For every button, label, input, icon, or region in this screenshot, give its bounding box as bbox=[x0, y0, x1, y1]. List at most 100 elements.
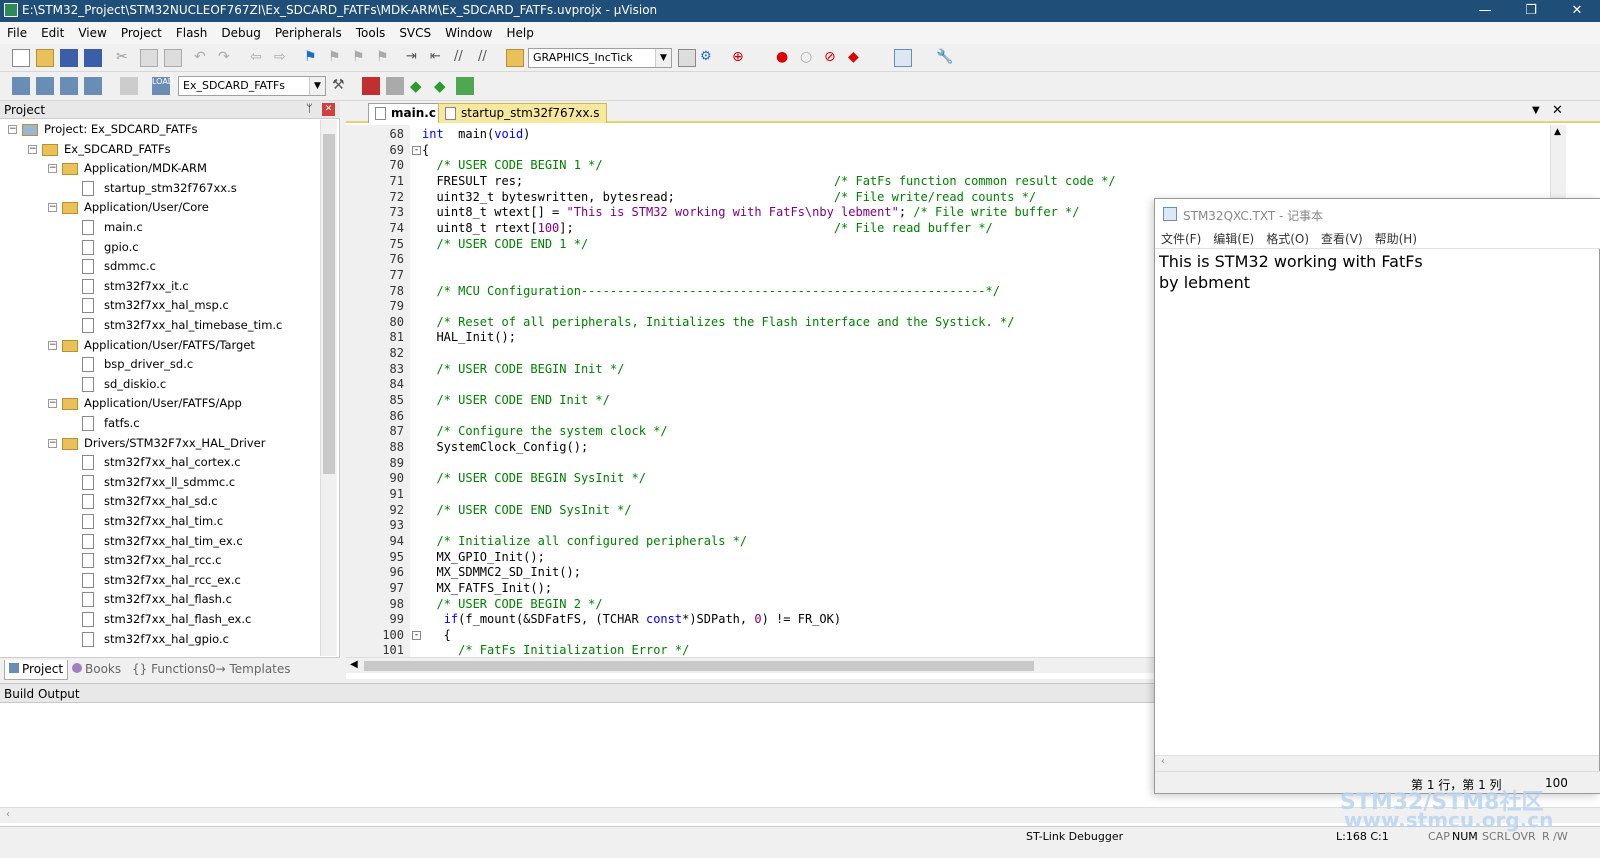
uncomment-icon[interactable]: // bbox=[478, 49, 496, 67]
disable-all-breakpoints-icon[interactable]: ◆ bbox=[848, 49, 866, 67]
code-line[interactable]: /* USER CODE BEGIN SysInit */ bbox=[422, 471, 646, 485]
tree-file-item[interactable]: stm32f7xx_hal_timebase_tim.c bbox=[0, 316, 320, 335]
unindent-icon[interactable]: ⇤ bbox=[430, 49, 448, 67]
tree-root[interactable]: − Project: Ex_SDCARD_FATFs bbox=[0, 120, 320, 139]
load-icon[interactable]: LOAD bbox=[152, 77, 174, 95]
scroll-left-icon[interactable]: ◀ bbox=[350, 659, 358, 670]
tab-main-c[interactable]: main.c bbox=[368, 103, 443, 123]
tree-file-item[interactable]: stm32f7xx_hal_flash.c bbox=[0, 590, 320, 609]
stop-build-icon[interactable] bbox=[120, 77, 138, 95]
menu-tools[interactable]: Tools bbox=[349, 22, 393, 44]
tree-file-item[interactable]: fatfs.c bbox=[0, 414, 320, 433]
fold-toggle-icon[interactable]: - bbox=[412, 630, 421, 640]
notepad-menu-format[interactable]: 格式(O) bbox=[1260, 229, 1315, 249]
tree-group-item[interactable]: − Drivers/STM32F7xx_HAL_Driver bbox=[0, 434, 320, 453]
code-line[interactable]: /* Initialize all configured peripherals… bbox=[422, 534, 747, 548]
batch-build-icon[interactable] bbox=[84, 77, 102, 95]
collapse-toggle-icon[interactable]: − bbox=[48, 340, 57, 350]
indent-icon[interactable]: ⇥ bbox=[406, 49, 424, 67]
pin-icon[interactable]: ᛘ bbox=[306, 102, 313, 115]
code-line[interactable]: /* USER CODE BEGIN Init */ bbox=[422, 362, 624, 376]
select-software-packs-icon[interactable] bbox=[386, 77, 404, 95]
menu-file[interactable]: File bbox=[0, 22, 34, 44]
code-line[interactable]: MX_GPIO_Init(); bbox=[422, 550, 544, 564]
tab-templates[interactable]: 0→ Templates bbox=[204, 660, 295, 680]
tree-group-item[interactable]: − Application/User/FATFS/App bbox=[0, 394, 320, 413]
project-tree-scrollbar[interactable] bbox=[320, 120, 337, 656]
notepad-horizontal-scrollbar[interactable]: ‹ bbox=[1155, 755, 1599, 771]
manage-project-items-icon[interactable] bbox=[362, 77, 380, 95]
new-file-icon[interactable] bbox=[12, 49, 30, 67]
target-options-icon[interactable]: ⚒ bbox=[332, 77, 350, 95]
collapse-toggle-icon[interactable]: − bbox=[28, 144, 37, 154]
target-combo[interactable]: Ex_SDCARD_FATFs ▼ bbox=[178, 76, 326, 96]
fold-toggle-icon[interactable]: - bbox=[412, 145, 421, 155]
tree-group-item[interactable]: − Application/User/Core bbox=[0, 198, 320, 217]
notepad-menu-help[interactable]: 帮助(H) bbox=[1369, 229, 1423, 249]
pack-installer-icon[interactable]: ◆ bbox=[410, 77, 428, 95]
tree-file-item[interactable]: main.c bbox=[0, 218, 320, 237]
window-layout-icon[interactable] bbox=[894, 49, 912, 67]
build-icon[interactable] bbox=[36, 77, 54, 95]
notepad-menu-file[interactable]: 文件(F) bbox=[1155, 229, 1207, 249]
nav-forward-icon[interactable]: ⇨ bbox=[274, 49, 292, 67]
find-combo[interactable]: GRAPHICS_IncTick ▼ bbox=[528, 48, 672, 68]
project-tree[interactable]: − Project: Ex_SDCARD_FATFs − Ex_SDCARD_FATF… bbox=[0, 120, 320, 656]
code-line[interactable]: FRESULT res; /* FatFs function common re… bbox=[422, 174, 1115, 188]
save-icon[interactable] bbox=[60, 49, 78, 67]
menu-edit[interactable]: Edit bbox=[34, 22, 71, 44]
save-all-icon[interactable] bbox=[84, 49, 102, 67]
bookmark-icon[interactable]: ⚑ bbox=[304, 49, 322, 67]
scrollbar-thumb[interactable] bbox=[323, 134, 335, 474]
tree-file-item[interactable]: stm32f7xx_it.c bbox=[0, 277, 320, 296]
next-bookmark-icon[interactable]: ⚑ bbox=[352, 49, 370, 67]
code-line[interactable]: { bbox=[422, 628, 451, 642]
menu-debug[interactable]: Debug bbox=[214, 22, 267, 44]
collapse-toggle-icon[interactable]: − bbox=[8, 125, 17, 134]
menu-flash[interactable]: Flash bbox=[169, 22, 214, 44]
tree-file-item[interactable]: stm32f7xx_hal_cortex.c bbox=[0, 453, 320, 472]
tab-functions[interactable]: {} Functions bbox=[128, 660, 212, 680]
scrollbar-thumb[interactable] bbox=[364, 661, 1034, 671]
chevron-down-icon[interactable]: ▼ bbox=[309, 77, 325, 95]
code-line[interactable]: int main(void) bbox=[422, 127, 530, 141]
rebuild-icon[interactable] bbox=[60, 77, 78, 95]
tree-file-item[interactable]: stm32f7xx_hal_tim_ex.c bbox=[0, 532, 320, 551]
tree-file-item[interactable]: stm32f7xx_hal_flash_ex.c bbox=[0, 610, 320, 629]
tab-books[interactable]: Books bbox=[68, 660, 125, 680]
scroll-up-icon[interactable]: ▲ bbox=[1554, 127, 1561, 137]
code-line[interactable]: MX_SDMMC2_SD_Init(); bbox=[422, 565, 581, 579]
cut-icon[interactable]: ✂ bbox=[116, 49, 134, 67]
code-line[interactable]: uint32_t byteswritten, bytesread; /* Fil… bbox=[422, 190, 1036, 204]
configure-icon[interactable]: 🔧 bbox=[936, 49, 954, 67]
collapse-toggle-icon[interactable]: − bbox=[48, 438, 57, 448]
editor-close-icon[interactable]: ✕ bbox=[1552, 103, 1563, 118]
incremental-find-icon[interactable]: ⚙ bbox=[700, 49, 718, 67]
tree-file-item[interactable]: stm32f7xx_hal_rcc_ex.c bbox=[0, 571, 320, 590]
tree-file-item[interactable]: sd_diskio.c bbox=[0, 375, 320, 394]
code-line[interactable]: /* USER CODE END SysInit */ bbox=[422, 503, 631, 517]
code-line[interactable]: /* Configure the system clock */ bbox=[422, 424, 667, 438]
close-button[interactable]: ✕ bbox=[1554, 0, 1600, 22]
open-folder-icon[interactable] bbox=[36, 49, 54, 67]
code-line[interactable]: /* USER CODE END Init */ bbox=[422, 393, 609, 407]
tree-file-item[interactable]: stm32f7xx_hal_rcc.c bbox=[0, 551, 320, 570]
translate-icon[interactable] bbox=[12, 77, 30, 95]
scroll-left-icon[interactable]: ‹ bbox=[1161, 756, 1165, 767]
tree-target[interactable]: − Ex_SDCARD_FATFs bbox=[0, 140, 320, 159]
collapse-toggle-icon[interactable]: − bbox=[48, 164, 57, 174]
tree-file-item[interactable]: startup_stm32f767xx.s bbox=[0, 179, 320, 198]
tree-group-item[interactable]: − Application/MDK-ARM bbox=[0, 159, 320, 178]
tab-startup-s[interactable]: startup_stm32f767xx.s bbox=[438, 103, 607, 123]
code-line[interactable]: HAL_Init(); bbox=[422, 330, 515, 344]
prev-bookmark-icon[interactable]: ⚑ bbox=[328, 49, 346, 67]
minimize-button[interactable]: — bbox=[1462, 0, 1508, 22]
tab-project[interactable]: Project bbox=[4, 660, 69, 680]
tree-file-item[interactable]: stm32f7xx_hal_sd.c bbox=[0, 492, 320, 511]
menu-window[interactable]: Window bbox=[438, 22, 499, 44]
panel-close-icon[interactable]: ✕ bbox=[322, 103, 335, 116]
code-line[interactable]: /* USER CODE BEGIN 1 */ bbox=[422, 158, 602, 172]
code-line[interactable]: /* FatFs Initialization Error */ bbox=[422, 643, 689, 657]
tree-file-item[interactable]: stm32f7xx_ll_sdmmc.c bbox=[0, 473, 320, 492]
paste-icon[interactable] bbox=[164, 49, 182, 67]
